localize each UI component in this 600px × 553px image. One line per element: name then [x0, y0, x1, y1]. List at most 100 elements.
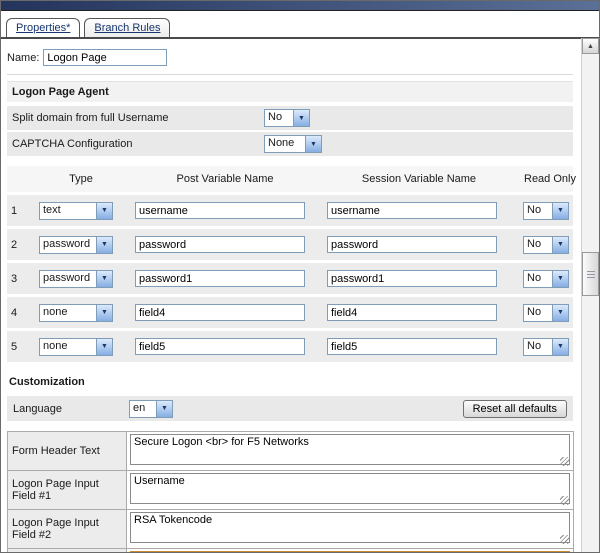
- header-type: Type: [39, 173, 123, 185]
- session-variable-input-1[interactable]: [327, 202, 497, 219]
- session-variable-input-4[interactable]: [327, 304, 497, 321]
- chevron-down-icon: ▼: [552, 203, 568, 219]
- chevron-down-icon: ▼: [96, 339, 112, 355]
- vertical-scrollbar[interactable]: ▲: [581, 38, 599, 552]
- language-label: Language: [13, 403, 129, 415]
- reset-defaults-button[interactable]: Reset all defaults: [463, 400, 567, 418]
- type-select-2[interactable]: password ▼: [39, 236, 113, 254]
- content-area: Name: Logon Page Agent Split domain from…: [1, 39, 599, 553]
- chevron-down-icon: ▼: [552, 271, 568, 287]
- tab-branch-rules[interactable]: Branch Rules: [84, 18, 170, 37]
- setting-row-captcha: CAPTCHA Configuration None ▼: [7, 132, 573, 156]
- readonly-select-4[interactable]: No ▼: [523, 304, 569, 322]
- resize-grip-icon[interactable]: [560, 496, 569, 505]
- type-select-4[interactable]: none ▼: [39, 304, 113, 322]
- row-number: 3: [11, 273, 27, 285]
- chevron-down-icon: ▼: [305, 136, 321, 152]
- type-value: text: [40, 203, 96, 219]
- chevron-down-icon: ▼: [96, 203, 112, 219]
- split-domain-select[interactable]: No ▼: [264, 109, 310, 127]
- post-variable-input-5[interactable]: [135, 338, 305, 355]
- session-variable-input-5[interactable]: [327, 338, 497, 355]
- readonly-select-5[interactable]: No ▼: [523, 338, 569, 356]
- scrollbar-thumb[interactable]: [582, 252, 599, 296]
- customization-section-header: Customization: [9, 376, 573, 388]
- input-field-2-textarea[interactable]: RSA Tokencode: [130, 512, 570, 543]
- customization-text-table: Form Header Text Secure Logon <br> for F…: [7, 431, 574, 553]
- readonly-select-1[interactable]: No ▼: [523, 202, 569, 220]
- chevron-down-icon: ▼: [552, 237, 568, 253]
- text-row-input-field-1: Logon Page Input Field #1 Username: [8, 471, 574, 510]
- input-field-3-label: Logon Page Input Field #3: [8, 549, 127, 553]
- scroll-up-button[interactable]: ▲: [582, 38, 599, 54]
- readonly-value: No: [524, 271, 552, 287]
- form-header-textarea[interactable]: Secure Logon <br> for F5 Networks: [130, 434, 570, 465]
- logon-fields-table: Type Post Variable Name Session Variable…: [7, 166, 573, 362]
- split-domain-value: No: [265, 110, 293, 126]
- resize-grip-icon[interactable]: [560, 457, 569, 466]
- type-select-1[interactable]: text ▼: [39, 202, 113, 220]
- row-number: 1: [11, 205, 27, 217]
- input-field-2-label: Logon Page Input Field #2: [8, 510, 127, 549]
- scroll-up-arrow-icon: ▲: [587, 43, 594, 50]
- language-row: Language en ▼ Reset all defaults: [7, 396, 573, 421]
- text-row-input-field-2: Logon Page Input Field #2 RSA Tokencode: [8, 510, 574, 549]
- type-value: none: [40, 305, 96, 321]
- tab-branch-rules-label: Branch Rules: [94, 22, 160, 34]
- readonly-select-3[interactable]: No ▼: [523, 270, 569, 288]
- resize-grip-icon[interactable]: [560, 535, 569, 544]
- type-select-5[interactable]: none ▼: [39, 338, 113, 356]
- setting-row-split-domain: Split domain from full Username No ▼: [7, 106, 573, 130]
- readonly-select-2[interactable]: No ▼: [523, 236, 569, 254]
- chevron-down-icon: ▼: [96, 271, 112, 287]
- post-variable-input-1[interactable]: [135, 202, 305, 219]
- type-value: none: [40, 339, 96, 355]
- tab-properties[interactable]: Properties*: [6, 18, 80, 37]
- chevron-down-icon: ▼: [96, 237, 112, 253]
- row-number: 5: [11, 341, 27, 353]
- tab-bar: Properties* Branch Rules: [1, 11, 599, 39]
- readonly-value: No: [524, 203, 552, 219]
- type-value: password: [40, 237, 96, 253]
- chevron-down-icon: ▼: [96, 305, 112, 321]
- field-row-5: 5 none ▼ No ▼: [7, 331, 573, 362]
- chevron-down-icon: ▼: [552, 305, 568, 321]
- name-row: Name:: [7, 49, 573, 66]
- language-value: en: [130, 401, 156, 417]
- agent-section-header: Logon Page Agent: [7, 81, 573, 102]
- readonly-value: No: [524, 237, 552, 253]
- captcha-select[interactable]: None ▼: [264, 135, 322, 153]
- session-variable-input-3[interactable]: [327, 270, 497, 287]
- input-field-1-textarea[interactable]: Username: [130, 473, 570, 504]
- language-select[interactable]: en ▼: [129, 400, 173, 418]
- tab-properties-label: Properties*: [16, 22, 70, 34]
- post-variable-input-4[interactable]: [135, 304, 305, 321]
- field-row-2: 2 password ▼ No ▼: [7, 229, 573, 260]
- fields-table-header: Type Post Variable Name Session Variable…: [7, 166, 573, 192]
- field-row-4: 4 none ▼ No ▼: [7, 297, 573, 328]
- text-row-form-header: Form Header Text Secure Logon <br> for F…: [8, 432, 574, 471]
- thumb-grip-icon: [587, 270, 595, 278]
- split-domain-label: Split domain from full Username: [12, 112, 264, 124]
- type-select-3[interactable]: password ▼: [39, 270, 113, 288]
- post-variable-input-2[interactable]: [135, 236, 305, 253]
- row-number: 4: [11, 307, 27, 319]
- chevron-down-icon: ▼: [156, 401, 172, 417]
- captcha-label: CAPTCHA Configuration: [12, 138, 264, 150]
- form-header-label: Form Header Text: [8, 432, 127, 471]
- header-session-variable: Session Variable Name: [327, 173, 511, 185]
- session-variable-input-2[interactable]: [327, 236, 497, 253]
- readonly-value: No: [524, 339, 552, 355]
- input-field-1-label: Logon Page Input Field #1: [8, 471, 127, 510]
- title-bar: [1, 1, 599, 11]
- field-row-3: 3 password ▼ No ▼: [7, 263, 573, 294]
- text-row-input-field-3: Logon Page Input Field #3 AD Password: [8, 549, 574, 553]
- header-post-variable: Post Variable Name: [135, 173, 315, 185]
- divider: [7, 74, 573, 75]
- name-input[interactable]: [43, 49, 167, 66]
- post-variable-input-3[interactable]: [135, 270, 305, 287]
- row-number: 2: [11, 239, 27, 251]
- captcha-value: None: [265, 136, 305, 152]
- readonly-value: No: [524, 305, 552, 321]
- field-row-1: 1 text ▼ No ▼: [7, 195, 573, 226]
